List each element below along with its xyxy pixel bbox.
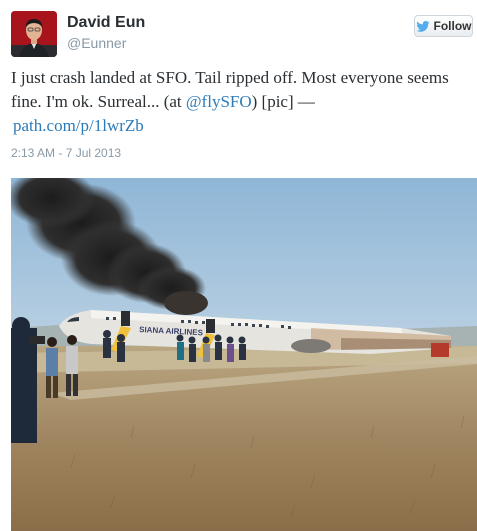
timestamp[interactable]: 2:13 AM - 7 Jul 2013 (11, 146, 121, 160)
tweet-card: David Eun @Eunner Follow I just crash la… (0, 0, 477, 531)
mention-link[interactable]: @flySFO (186, 92, 252, 111)
avatar[interactable] (11, 11, 57, 57)
crash-scene-photo: SIANA AIRLINES (11, 178, 477, 531)
avatar-image (11, 11, 57, 57)
path-link[interactable]: path.com/p/1lwrZb (13, 116, 144, 135)
follow-button-label: Follow (433, 19, 472, 33)
author-name[interactable]: David Eun (67, 14, 145, 32)
twitter-bird-icon (415, 20, 430, 32)
author-handle[interactable]: @Eunner (67, 35, 126, 51)
follow-button[interactable]: Follow (414, 15, 473, 37)
tweet-text-part: ) [pic] — (251, 92, 315, 111)
tweet-text: I just crash landed at SFO. Tail ripped … (11, 66, 469, 138)
attached-photo[interactable]: SIANA AIRLINES (11, 178, 477, 531)
